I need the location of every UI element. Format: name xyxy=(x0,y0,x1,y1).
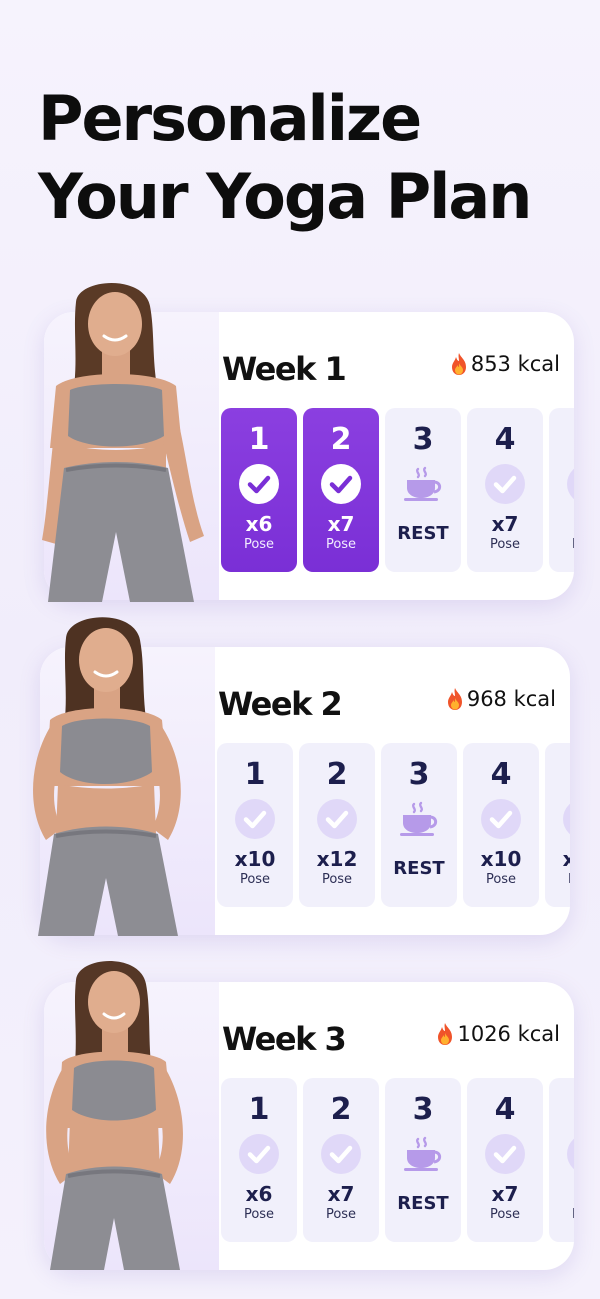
day-number: 4 xyxy=(494,422,516,457)
day-number: 5 xyxy=(549,422,574,457)
model-photo-week-2 xyxy=(33,617,181,936)
day-number: 5 xyxy=(545,757,570,792)
week-title: Week 1 xyxy=(222,350,347,388)
pose-label: Pose xyxy=(489,537,521,552)
pose-count: x7 xyxy=(491,1182,519,1206)
headline: Personalize Your Yoga Plan xyxy=(38,80,578,236)
pose-count: x10 xyxy=(480,847,522,871)
day-strip: 1 x6 Pose 2 x7 Pose 3 REST 4 x7 Pose 5 x… xyxy=(220,1078,574,1242)
rest-label: REST xyxy=(397,1193,449,1214)
day-number: 3 xyxy=(412,1092,434,1127)
pose-label: Pose xyxy=(243,1207,275,1222)
day-number: 2 xyxy=(326,757,348,792)
day-number: 2 xyxy=(330,422,352,457)
coffee-cup-icon xyxy=(404,466,442,501)
day-tile-rest[interactable]: 3 REST xyxy=(385,408,461,572)
day-tile[interactable]: 2 x7 Pose xyxy=(303,1078,379,1242)
pose-label: Pose xyxy=(243,537,275,552)
pose-count: x7 xyxy=(549,512,575,536)
checkmark-icon xyxy=(567,1138,574,1170)
pose-label: Pose xyxy=(239,872,271,887)
checkmark-icon xyxy=(235,799,275,839)
checkmark-icon xyxy=(485,464,525,504)
day-number: 2 xyxy=(330,1092,352,1127)
day-tile[interactable]: 2 x12 Pose xyxy=(299,743,375,907)
checkmark-icon xyxy=(239,464,279,504)
pose-count: x6 xyxy=(245,512,273,536)
checkmark-icon xyxy=(239,1134,279,1174)
checkmark-icon xyxy=(317,799,357,839)
day-tile[interactable]: 1 x6 Pose xyxy=(221,408,297,572)
day-number: 5 xyxy=(549,1092,574,1127)
kcal-badge: 853 kcal xyxy=(449,352,560,376)
pose-label: Pose xyxy=(549,537,574,552)
pose-label: Pose xyxy=(325,1207,357,1222)
kcal-badge: 968 kcal xyxy=(445,687,556,711)
rest-label: REST xyxy=(393,858,445,879)
pose-label: Pose xyxy=(325,537,357,552)
day-tile[interactable]: 5 x7 Pose xyxy=(549,408,574,572)
day-number: 4 xyxy=(490,757,512,792)
pose-label: Pose xyxy=(321,872,353,887)
model-photo-week-1 xyxy=(42,283,204,602)
day-number: 1 xyxy=(244,757,266,792)
day-tile[interactable]: 4 x7 Pose xyxy=(467,1078,543,1242)
day-tile[interactable]: 4 x10 Pose xyxy=(463,743,539,907)
fire-icon xyxy=(447,688,462,710)
coffee-cup-icon xyxy=(400,801,438,836)
day-tile[interactable]: 2 x7 Pose xyxy=(303,408,379,572)
day-strip: 1 x6 Pose 2 x7 Pose 3 REST 4 x7 Pose 5 x… xyxy=(220,408,574,572)
day-number: 1 xyxy=(248,1092,270,1127)
headline-line-1: Personalize xyxy=(38,82,422,155)
day-strip: 1 x10 Pose 2 x12 Pose 3 REST 4 x10 Pose … xyxy=(216,743,570,907)
week-title: Week 3 xyxy=(222,1020,347,1058)
checkmark-icon xyxy=(481,799,521,839)
pose-label: Pose xyxy=(545,872,570,887)
day-number: 3 xyxy=(412,422,434,457)
rest-label: REST xyxy=(397,523,449,544)
day-tile[interactable]: 1 x6 Pose xyxy=(221,1078,297,1242)
pose-label: Pose xyxy=(549,1207,574,1222)
fire-icon xyxy=(451,353,466,375)
pose-label: Pose xyxy=(489,1207,521,1222)
coffee-cup-icon xyxy=(404,1136,442,1171)
pose-label: Pose xyxy=(485,872,517,887)
model-photo-week-3 xyxy=(46,961,183,1270)
checkmark-icon xyxy=(485,1134,525,1174)
pose-count: x7 xyxy=(549,1182,575,1206)
pose-count: x7 xyxy=(491,512,519,536)
checkmark-icon xyxy=(563,803,570,835)
pose-count: x10 xyxy=(234,847,276,871)
kcal-value: 968 kcal xyxy=(466,687,556,711)
fire-icon xyxy=(438,1023,453,1045)
kcal-value: 853 kcal xyxy=(470,352,560,376)
pose-count: x7 xyxy=(327,512,355,536)
day-tile[interactable]: 5 x10 Pose xyxy=(545,743,570,907)
pose-count: x6 xyxy=(245,1182,273,1206)
day-tile-rest[interactable]: 3 REST xyxy=(381,743,457,907)
day-tile[interactable]: 4 x7 Pose xyxy=(467,408,543,572)
day-tile-rest[interactable]: 3 REST xyxy=(385,1078,461,1242)
pose-count: x12 xyxy=(316,847,358,871)
day-tile[interactable]: 5 x7 Pose xyxy=(549,1078,574,1242)
headline-line-2: Your Yoga Plan xyxy=(38,160,532,233)
pose-count: x7 xyxy=(327,1182,355,1206)
kcal-badge: 1026 kcal xyxy=(435,1022,560,1046)
week-title: Week 2 xyxy=(218,685,343,723)
day-number: 3 xyxy=(408,757,430,792)
day-number: 4 xyxy=(494,1092,516,1127)
day-number: 1 xyxy=(248,422,270,457)
checkmark-icon xyxy=(567,468,574,500)
kcal-value: 1026 kcal xyxy=(457,1022,560,1046)
day-tile[interactable]: 1 x10 Pose xyxy=(217,743,293,907)
pose-count: x10 xyxy=(562,847,570,871)
checkmark-icon xyxy=(321,1134,361,1174)
checkmark-icon xyxy=(321,464,361,504)
